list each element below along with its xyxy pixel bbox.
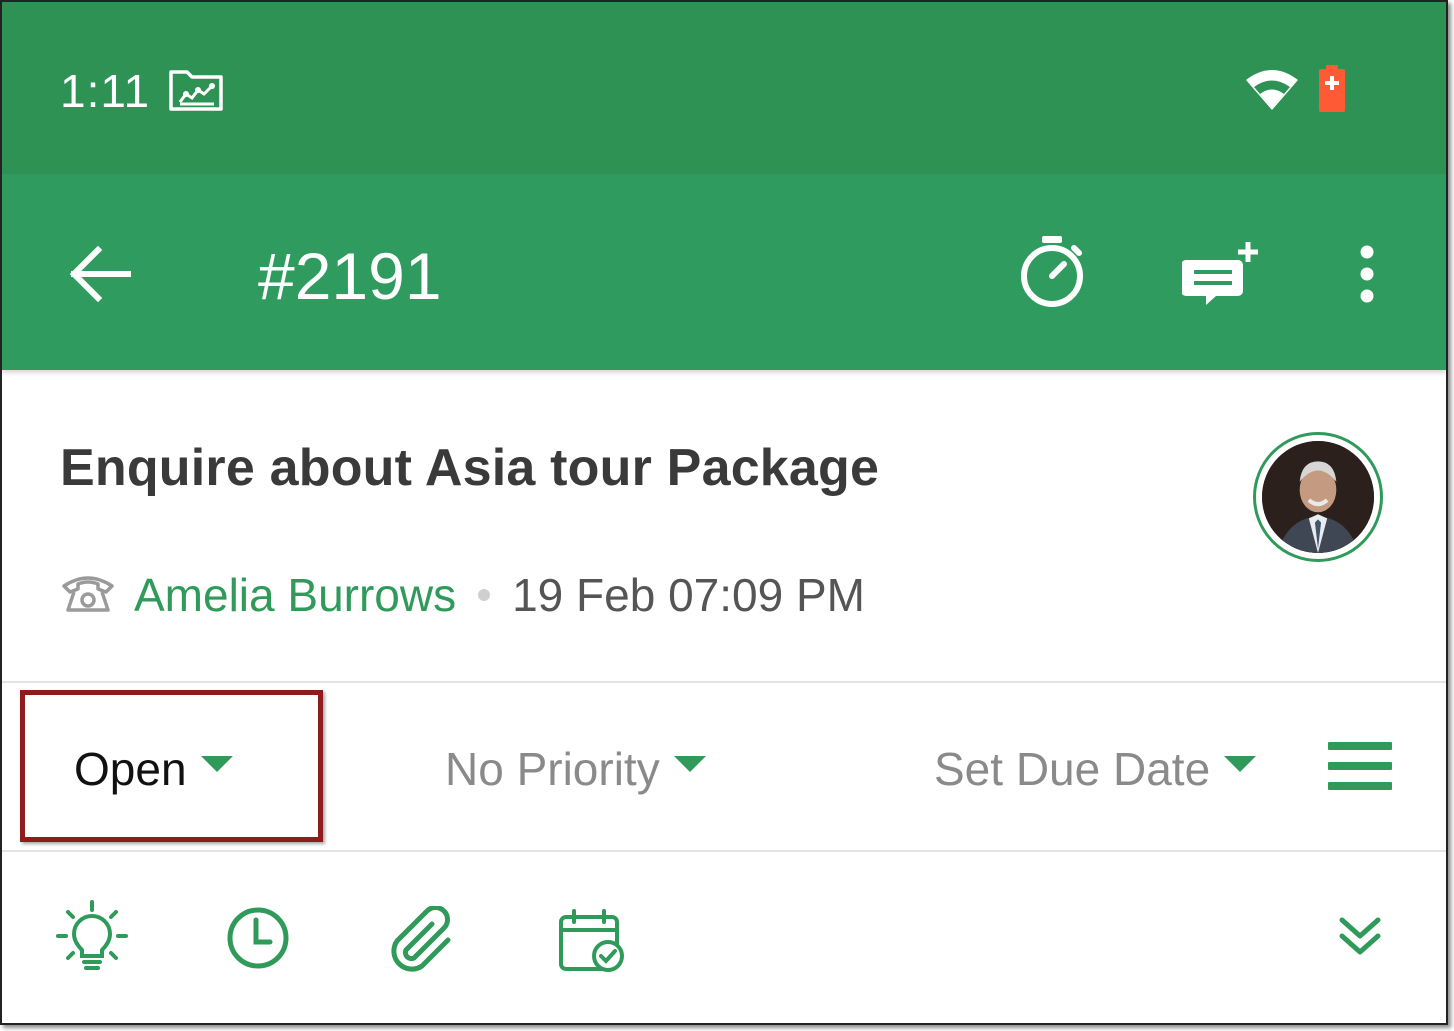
priority-value: No Priority (445, 743, 660, 795)
lightbulb-icon[interactable] (56, 900, 128, 979)
expand-down-icon[interactable] (1338, 914, 1382, 963)
more-vertical-icon[interactable] (1354, 244, 1380, 309)
ticket-meta: Amelia Burrows 19 Feb 07:09 PM (60, 567, 865, 623)
caret-down-icon (673, 756, 706, 772)
phone-icon (60, 572, 116, 619)
ticket-id-title: #2191 (258, 239, 442, 313)
hamburger-menu-icon[interactable] (1328, 742, 1392, 802)
paperclip-icon[interactable] (388, 905, 456, 979)
app-screen: 1:11 #2191 Enquire about Asia tour Packa… (0, 0, 1448, 1025)
agent-photo (1262, 441, 1374, 553)
separator-dot (478, 589, 491, 601)
avatar[interactable] (1253, 432, 1383, 562)
battery-low-icon (1317, 64, 1347, 119)
due-date-value: Set Due Date (934, 743, 1211, 795)
status-clock: 1:11 (60, 65, 151, 117)
status-highlight (20, 690, 323, 842)
due-date-dropdown[interactable]: Set Due Date (934, 742, 1257, 796)
clock-icon[interactable] (226, 906, 290, 975)
top-app-bar: #2191 (2, 174, 1446, 370)
requester-link[interactable]: Amelia Burrows (134, 568, 456, 622)
priority-dropdown[interactable]: No Priority (445, 742, 706, 796)
stopwatch-icon[interactable] (1018, 234, 1086, 315)
workspace-folder-icon (168, 66, 224, 117)
divider-bottom (2, 850, 1446, 852)
created-timestamp: 19 Feb 07:09 PM (512, 569, 865, 621)
arrow-left-icon[interactable] (68, 245, 132, 307)
ticket-subject: Enquire about Asia tour Package (60, 439, 880, 497)
add-note-icon[interactable] (1181, 240, 1262, 315)
wifi-icon (1244, 68, 1300, 117)
divider-top (2, 681, 1446, 683)
calendar-check-icon[interactable] (558, 908, 628, 979)
caret-down-icon (1224, 756, 1257, 772)
status-bar: 1:11 (2, 2, 1446, 174)
